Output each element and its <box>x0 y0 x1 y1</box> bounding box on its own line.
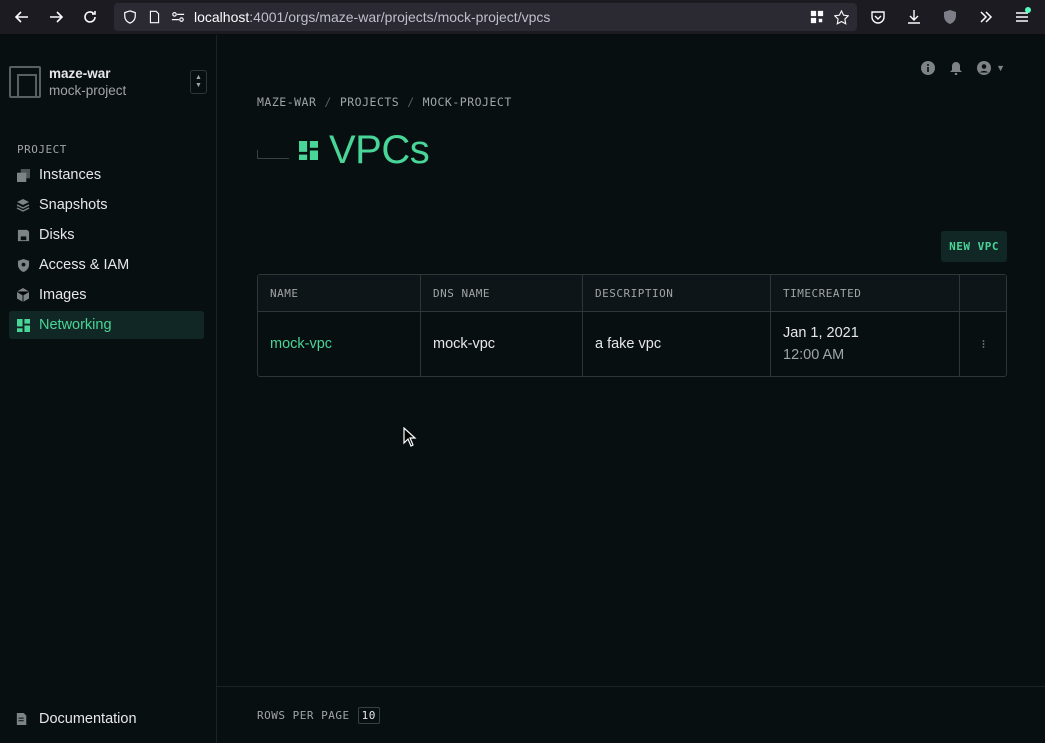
sidebar-item-images[interactable]: Images <box>9 281 204 309</box>
shield-icon <box>16 258 30 272</box>
browser-toolbar: localhost:4001/orgs/maze-war/projects/mo… <box>0 0 1045 35</box>
documentation-label: Documentation <box>39 711 137 727</box>
update-badge <box>1025 7 1031 13</box>
org-logo-icon <box>9 66 41 98</box>
instances-icon <box>16 168 30 182</box>
documentation-link[interactable]: Documentation <box>16 711 137 727</box>
menu-icon[interactable] <box>1007 3 1037 31</box>
org-switcher[interactable]: maze-war mock-project ▲ ▼ <box>9 65 207 99</box>
images-icon <box>16 288 30 302</box>
column-header-name[interactable]: NAME <box>258 275 421 311</box>
vpc-dns-name: mock-vpc <box>421 312 583 376</box>
vpc-name-link[interactable]: mock-vpc <box>258 312 421 376</box>
breadcrumb-projects[interactable]: PROJECTS <box>340 95 399 109</box>
reload-icon[interactable] <box>76 3 104 31</box>
snapshots-icon <box>16 198 30 212</box>
pocket-icon[interactable] <box>863 3 893 31</box>
networking-icon <box>299 140 319 161</box>
bell-icon[interactable] <box>949 61 963 75</box>
back-icon[interactable] <box>8 3 36 31</box>
extensions-overflow-icon[interactable] <box>971 3 1001 31</box>
table-header: NAME DNS NAME DESCRIPTION TIMECREATED <box>258 275 1006 312</box>
table-row: mock-vpc mock-vpc a fake vpc Jan 1, 2021… <box>258 312 1006 376</box>
rows-per-page-select[interactable]: 10 <box>357 706 380 724</box>
column-header-dns-name[interactable]: DNS NAME <box>421 275 583 311</box>
permissions-icon[interactable] <box>170 9 186 25</box>
disk-icon <box>16 228 30 242</box>
column-header-timecreated[interactable]: TIMECREATED <box>771 275 960 311</box>
pagination-footer: ROWS PER PAGE 10 <box>217 686 1045 743</box>
rows-per-page-label: ROWS PER PAGE <box>257 708 350 722</box>
time-created-time: 12:00 AM <box>783 347 845 363</box>
switcher-chevron-icon[interactable]: ▲ ▼ <box>190 70 207 94</box>
new-vpc-button[interactable]: NEW VPC <box>941 231 1007 262</box>
project-name: mock-project <box>49 83 127 98</box>
title-connector <box>257 150 289 159</box>
download-icon[interactable] <box>899 3 929 31</box>
sidebar-item-label: Disks <box>39 227 75 243</box>
url-path: :4001/orgs/maze-war/projects/mock-projec… <box>249 9 551 25</box>
column-header-description[interactable]: DESCRIPTION <box>583 275 771 311</box>
breadcrumb-separator: / <box>407 95 415 109</box>
breadcrumb-project[interactable]: MOCK-PROJECT <box>423 95 512 109</box>
sidebar-item-label: Instances <box>39 167 102 183</box>
sidebar-item-instances[interactable]: Instances <box>9 161 204 189</box>
sidebar: maze-war mock-project ▲ ▼ PROJECT Instanc… <box>0 35 217 743</box>
section-label: PROJECT <box>17 143 67 156</box>
page-header: VPCs <box>257 128 430 173</box>
column-header-actions <box>960 275 1006 311</box>
qr-code-icon[interactable] <box>809 9 825 25</box>
more-vertical-icon <box>982 336 985 352</box>
page-title: VPCs <box>329 128 430 172</box>
user-icon <box>977 61 992 75</box>
sidebar-item-disks[interactable]: Disks <box>9 221 204 249</box>
vpc-time-created: Jan 1, 2021 12:00 AM <box>771 312 960 376</box>
page-icon <box>146 9 162 25</box>
breadcrumb-separator: / <box>324 95 332 109</box>
chevron-down-icon: ▼ <box>996 63 1005 73</box>
networking-icon <box>16 318 30 332</box>
vpc-description: a fake vpc <box>583 312 771 376</box>
sidebar-nav: Instances Snapshots Disks Access & IAM I… <box>9 161 204 341</box>
row-actions-button[interactable] <box>960 312 1006 376</box>
document-icon <box>16 712 30 726</box>
app: maze-war mock-project ▲ ▼ PROJECT Instanc… <box>0 35 1045 743</box>
bookmark-star-icon[interactable] <box>833 9 849 25</box>
url-bar[interactable]: localhost:4001/orgs/maze-war/projects/mo… <box>114 3 857 31</box>
sidebar-item-networking[interactable]: Networking <box>9 311 204 339</box>
vpcs-table: NAME DNS NAME DESCRIPTION TIMECREATED mo… <box>257 274 1007 377</box>
user-menu[interactable]: ▼ <box>977 61 1005 75</box>
sidebar-item-snapshots[interactable]: Snapshots <box>9 191 204 219</box>
ublock-icon[interactable] <box>935 3 965 31</box>
url-host: localhost <box>194 9 250 25</box>
sidebar-item-label: Networking <box>39 317 112 333</box>
org-name: maze-war <box>49 66 111 81</box>
top-bar-icons: ▼ <box>921 61 1005 75</box>
sidebar-item-label: Images <box>39 287 87 303</box>
sidebar-item-access-iam[interactable]: Access & IAM <box>9 251 204 279</box>
info-icon[interactable] <box>921 61 936 75</box>
mouse-cursor-icon <box>403 427 417 447</box>
breadcrumb: MAZE-WAR / PROJECTS / MOCK-PROJECT <box>257 95 512 109</box>
time-created-date: Jan 1, 2021 <box>783 325 859 341</box>
sidebar-item-label: Access & IAM <box>39 257 130 273</box>
forward-icon[interactable] <box>42 3 70 31</box>
sidebar-item-label: Snapshots <box>39 197 108 213</box>
main-content: ▼ MAZE-WAR / PROJECTS / MOCK-PROJECT VPC… <box>217 35 1045 743</box>
breadcrumb-org[interactable]: MAZE-WAR <box>257 95 316 109</box>
shield-outline-icon <box>122 9 138 25</box>
